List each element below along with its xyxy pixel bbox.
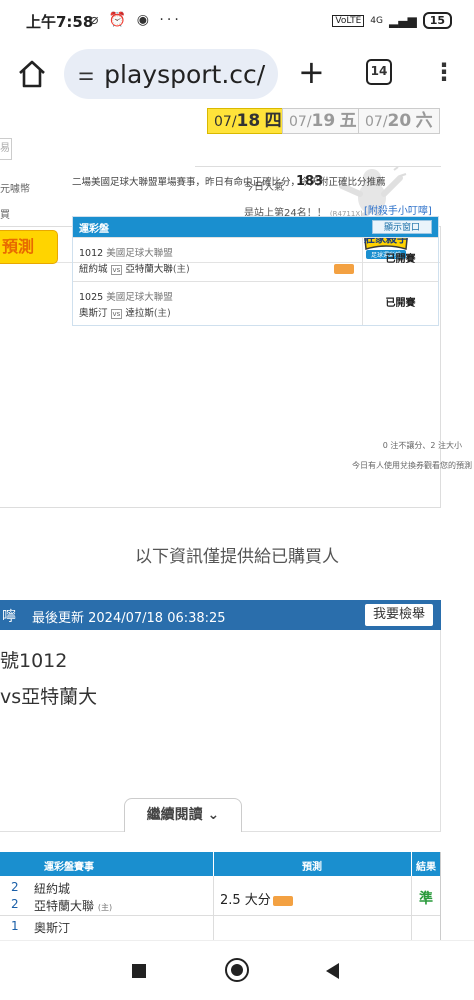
home-team: 亞特蘭大聯 (主) <box>34 897 112 914</box>
article-text: 號1012 <box>0 650 68 672</box>
exclusive-tag-icon <box>334 264 354 274</box>
volte-icon: VoLTE <box>332 14 365 27</box>
date-tab-0718[interactable]: 07/18 四 <box>207 108 289 134</box>
date-weekday: 五 <box>339 111 357 131</box>
divider <box>411 876 412 916</box>
table-row[interactable]: 2 紐約城 2 亞特蘭大聯 (主) 2.5 大分 準 <box>0 876 440 916</box>
score: 2 <box>11 880 19 894</box>
show-window-button[interactable]: 顯示窗口 <box>372 220 432 234</box>
date-weekday: 四 <box>264 111 282 131</box>
league-name: 美國足球大聯盟 <box>106 248 173 259</box>
tab-switcher-button[interactable]: 14 <box>366 59 392 85</box>
back-icon[interactable] <box>326 963 339 979</box>
table-row[interactable]: 1 奧斯汀 <box>0 916 440 940</box>
score: 2 <box>11 897 19 911</box>
result-correct: 準 <box>419 891 433 907</box>
score: 1 <box>11 919 19 933</box>
game-number: 1025 <box>79 292 104 303</box>
col-header-game: 運彩盤賽事 <box>44 862 94 873</box>
col-header-prediction: 預測 <box>302 862 322 873</box>
bet-count-note: 0 注不讓分、2 注大小 <box>382 441 462 450</box>
side-tab-stub[interactable]: 易 <box>0 138 12 160</box>
away-team: 奧斯汀 <box>34 921 71 935</box>
address-bar[interactable]: ⚌ playsport.cc/ <box>64 49 278 99</box>
status-time: 上午7:58 <box>26 13 94 31</box>
coin-label: 元噱幣 <box>0 184 30 195</box>
home-circle-icon[interactable] <box>225 958 249 982</box>
battery-icon: 15 <box>422 12 452 29</box>
update-prefix: 嚀 <box>2 609 16 625</box>
divider <box>411 916 412 940</box>
date-month: 07/ <box>365 114 388 130</box>
buyer-only-notice: 以下資訊僅提供給已購買人 <box>135 547 339 567</box>
prediction: 2.5 大分 <box>220 889 293 908</box>
read-more-button[interactable]: 繼續閱讀 ⌄ <box>124 798 242 832</box>
web-page: 07/18 四 07/19 五 07/20 六 易 今日人氣 183 是站上第2… <box>0 106 474 940</box>
article-text: vs亞特蘭大 <box>0 686 98 708</box>
game-info: 1025 美國足球大聯盟 <box>79 289 173 303</box>
league-name: 美國足球大聯盟 <box>106 292 173 303</box>
recent-apps-icon[interactable] <box>132 964 146 978</box>
table-row[interactable]: 1012 美國足球大聯盟 紐約城 vs 亞特蘭大聯(主) 已開賽 <box>73 237 438 281</box>
vs-icon: vs <box>110 265 123 275</box>
system-indicators: VoLTE 4G ▂▄▆ 15 <box>332 12 452 29</box>
signal-icon: ▂▄▆ <box>389 13 417 28</box>
date-day: 19 <box>311 111 336 131</box>
update-bar: 嚀 最後更新 2024/07/18 06:38:25 我要檢舉 <box>0 600 441 630</box>
table-row[interactable]: 1025 美國足球大聯盟 奧斯汀 vs 達拉斯(主) 已開賽 <box>73 281 438 325</box>
home-team: 亞特蘭大聯 <box>125 264 173 275</box>
lottery-table-header: 運彩盤 顯示窗口 <box>73 217 438 237</box>
recommendation-notice: 二場美國足球大聯盟單場賽事，昨日有命中正確比分，今天附正確比分推薦 <box>72 177 386 188</box>
exclusive-tag-icon <box>272 895 293 906</box>
home-team: 達拉斯 <box>125 308 154 319</box>
voucher-note: 今日有人使用兌換券觀看您的預測 <box>352 461 472 470</box>
away-team: 紐約城 <box>34 882 71 896</box>
report-button[interactable]: 我要檢舉 <box>364 604 433 626</box>
date-tab-0719[interactable]: 07/19 五 <box>282 108 364 134</box>
col-header-result: 結果 <box>416 862 436 873</box>
away-team: 紐約城 <box>79 264 108 275</box>
match-status: 已開賽 <box>362 238 438 281</box>
home-icon[interactable] <box>16 58 48 90</box>
system-nav-bar <box>0 940 474 1000</box>
lottery-table: 運彩盤 顯示窗口 1012 美國足球大聯盟 紐約城 vs 亞特蘭大聯(主) 已開賽 … <box>72 216 439 326</box>
buy-label: 買 <box>0 210 10 221</box>
divider <box>213 876 214 916</box>
matchup: 紐約城 vs 亞特蘭大聯(主) <box>79 261 190 275</box>
last-updated: 最後更新 2024/07/18 06:38:25 <box>32 611 226 626</box>
date-day: 20 <box>387 111 412 131</box>
status-bar: 上午7:58 ⌀ ⏰ ◉ ··· VoLTE 4G ▂▄▆ 15 <box>0 0 474 44</box>
home-team-name: 亞特蘭大聯 <box>34 899 95 913</box>
date-weekday: 六 <box>415 111 433 131</box>
notification-icons: ⌀ ⏰ ◉ ··· <box>90 12 182 28</box>
more-menu-icon[interactable]: ⋮ <box>432 56 456 88</box>
lottery-header-label: 運彩盤 <box>79 223 109 235</box>
site-settings-icon[interactable]: ⚌ <box>78 64 94 85</box>
view-prediction-button[interactable]: 預測 <box>0 230 58 264</box>
date-day: 18 <box>236 111 261 131</box>
date-month: 07/ <box>214 114 237 130</box>
new-tab-icon[interactable]: + <box>298 56 325 88</box>
result-table: 運彩盤賽事 預測 結果 2 紐約城 2 亞特蘭大聯 (主) 2.5 大分 準 1… <box>0 852 441 940</box>
url-text: playsport.cc/ <box>104 59 266 89</box>
date-tab-0720[interactable]: 07/20 六 <box>358 108 440 134</box>
matchup: 奧斯汀 vs 達拉斯(主) <box>79 305 171 319</box>
browser-toolbar: ⚌ playsport.cc/ + 14 ⋮ <box>0 44 474 106</box>
date-month: 07/ <box>289 114 312 130</box>
result-table-header: 運彩盤賽事 預測 結果 <box>0 852 440 876</box>
vs-icon: vs <box>110 309 123 319</box>
host-marker: (主) <box>153 308 171 319</box>
divider <box>213 916 214 940</box>
game-info: 1012 美國足球大聯盟 <box>79 245 173 259</box>
prediction-value: 2.5 大分 <box>220 893 271 908</box>
network-type: 4G <box>370 15 383 26</box>
divider <box>213 852 214 876</box>
away-team: 奧斯汀 <box>79 308 108 319</box>
killer-tips-link[interactable]: [附殺手小叮嚀] <box>364 202 432 217</box>
match-status: 已開賽 <box>362 282 438 325</box>
host-marker: (主) <box>172 264 190 275</box>
divider <box>411 852 412 876</box>
game-number: 1012 <box>79 248 104 259</box>
host-marker: (主) <box>97 903 113 912</box>
